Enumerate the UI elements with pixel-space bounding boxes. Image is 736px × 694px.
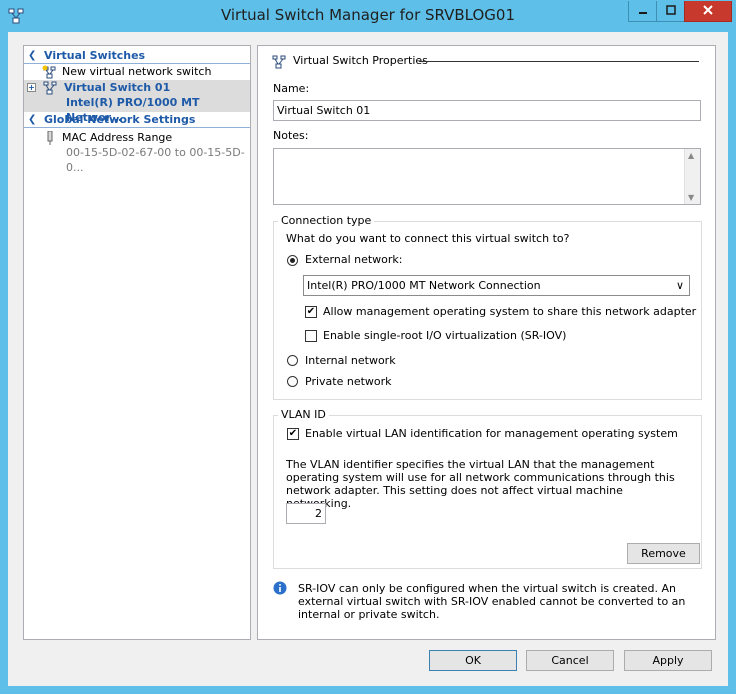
minimize-icon [638, 5, 648, 18]
heading-divider [419, 61, 699, 62]
allow-management-checkbox[interactable]: ✔ [305, 306, 317, 318]
external-network-radio[interactable] [287, 255, 298, 266]
minimize-button[interactable] [628, 1, 657, 22]
global-network-settings-label: Global Network Settings [44, 113, 196, 126]
title-bar[interactable]: Virtual Switch Manager for SRVBLOG01 [0, 0, 736, 32]
private-network-radio[interactable] [287, 376, 298, 387]
maximize-icon [665, 4, 676, 18]
connection-type-title: Connection type [278, 214, 375, 227]
virtual-switch-icon [42, 81, 58, 95]
expand-plus-icon[interactable]: + [27, 83, 36, 92]
collapse-chevron-icon[interactable]: ❮ [28, 48, 36, 63]
sriov-info-text: SR-IOV can only be configured when the v… [298, 582, 686, 621]
notes-scrollbar[interactable]: ▲ ▼ [684, 149, 700, 204]
connection-question: What do you want to connect this virtual… [286, 232, 570, 245]
name-field[interactable] [273, 100, 701, 121]
mac-address-value: 00-15-5D-02-67-00 to 00-15-5D-0... [66, 146, 245, 174]
tree-item-mac-address-range[interactable]: MAC Address Range 00-15-5D-02-67-00 to 0… [24, 130, 250, 174]
chevron-down-icon: ∨ [675, 279, 684, 292]
virtual-switches-header[interactable]: ❮ Virtual Switches [24, 48, 250, 64]
apply-button[interactable]: Apply [624, 650, 712, 671]
properties-heading: Virtual Switch Properties [293, 54, 428, 67]
enable-vlan-checkbox[interactable]: ✔ [287, 428, 299, 440]
notes-field[interactable]: ▲ ▼ [273, 148, 701, 205]
notes-label: Notes: [273, 129, 309, 142]
mac-address-label: MAC Address Range [62, 131, 173, 144]
network-adapter-dropdown[interactable]: Intel(R) PRO/1000 MT Network Connection … [303, 275, 690, 296]
switch-name: Virtual Switch 01 [64, 81, 171, 94]
remove-button[interactable]: Remove [627, 543, 700, 564]
internal-network-label: Internal network [305, 354, 396, 367]
mac-address-icon [42, 130, 58, 145]
vlan-id-field[interactable] [286, 503, 326, 524]
collapse-chevron-icon[interactable]: ❮ [28, 112, 36, 127]
network-adapter-selected: Intel(R) PRO/1000 MT Network Connection [307, 279, 541, 292]
info-icon [273, 581, 287, 595]
scroll-down-icon[interactable]: ▼ [688, 193, 694, 202]
window-title: Virtual Switch Manager for SRVBLOG01 [220, 6, 516, 24]
cancel-button[interactable]: Cancel [526, 650, 614, 671]
maximize-button[interactable] [656, 1, 685, 22]
enable-vlan-label: Enable virtual LAN identification for ma… [305, 427, 678, 440]
dialog-window: Virtual Switch Manager for SRVBLOG01 ❮ V… [0, 0, 736, 694]
tree-item-label: New virtual network switch [62, 65, 212, 78]
scroll-up-icon[interactable]: ▲ [688, 151, 694, 160]
ok-button[interactable]: OK [429, 650, 517, 671]
tree-item-new-switch[interactable]: New virtual network switch [24, 64, 250, 80]
sriov-label: Enable single-root I/O virtualization (S… [323, 329, 567, 342]
private-network-label: Private network [305, 375, 392, 388]
vlan-description: The VLAN identifier specifies the virtua… [286, 458, 675, 510]
external-network-label: External network: [305, 253, 403, 266]
virtual-switches-header-label: Virtual Switches [44, 49, 146, 62]
internal-network-radio[interactable] [287, 355, 298, 366]
sriov-checkbox[interactable] [305, 330, 317, 342]
new-switch-icon [42, 65, 58, 79]
dialog-client-area: ❮ Virtual Switches New virtual network s… [8, 32, 728, 686]
global-network-settings-header[interactable]: ❮ Global Network Settings [24, 112, 250, 128]
properties-panel: Virtual Switch Properties Name: Notes: ▲… [257, 45, 716, 640]
tree-item-virtual-switch-01[interactable]: + Virtual Switch 01 Intel(R) PRO/1000 MT… [24, 80, 250, 124]
close-icon [702, 4, 714, 19]
close-button[interactable] [684, 1, 732, 22]
allow-management-label: Allow management operating system to sha… [323, 305, 697, 318]
name-label: Name: [273, 82, 310, 95]
virtual-switch-properties-icon [271, 55, 287, 69]
vlan-group-title: VLAN ID [278, 408, 329, 421]
navigation-tree[interactable]: ❮ Virtual Switches New virtual network s… [23, 45, 251, 640]
